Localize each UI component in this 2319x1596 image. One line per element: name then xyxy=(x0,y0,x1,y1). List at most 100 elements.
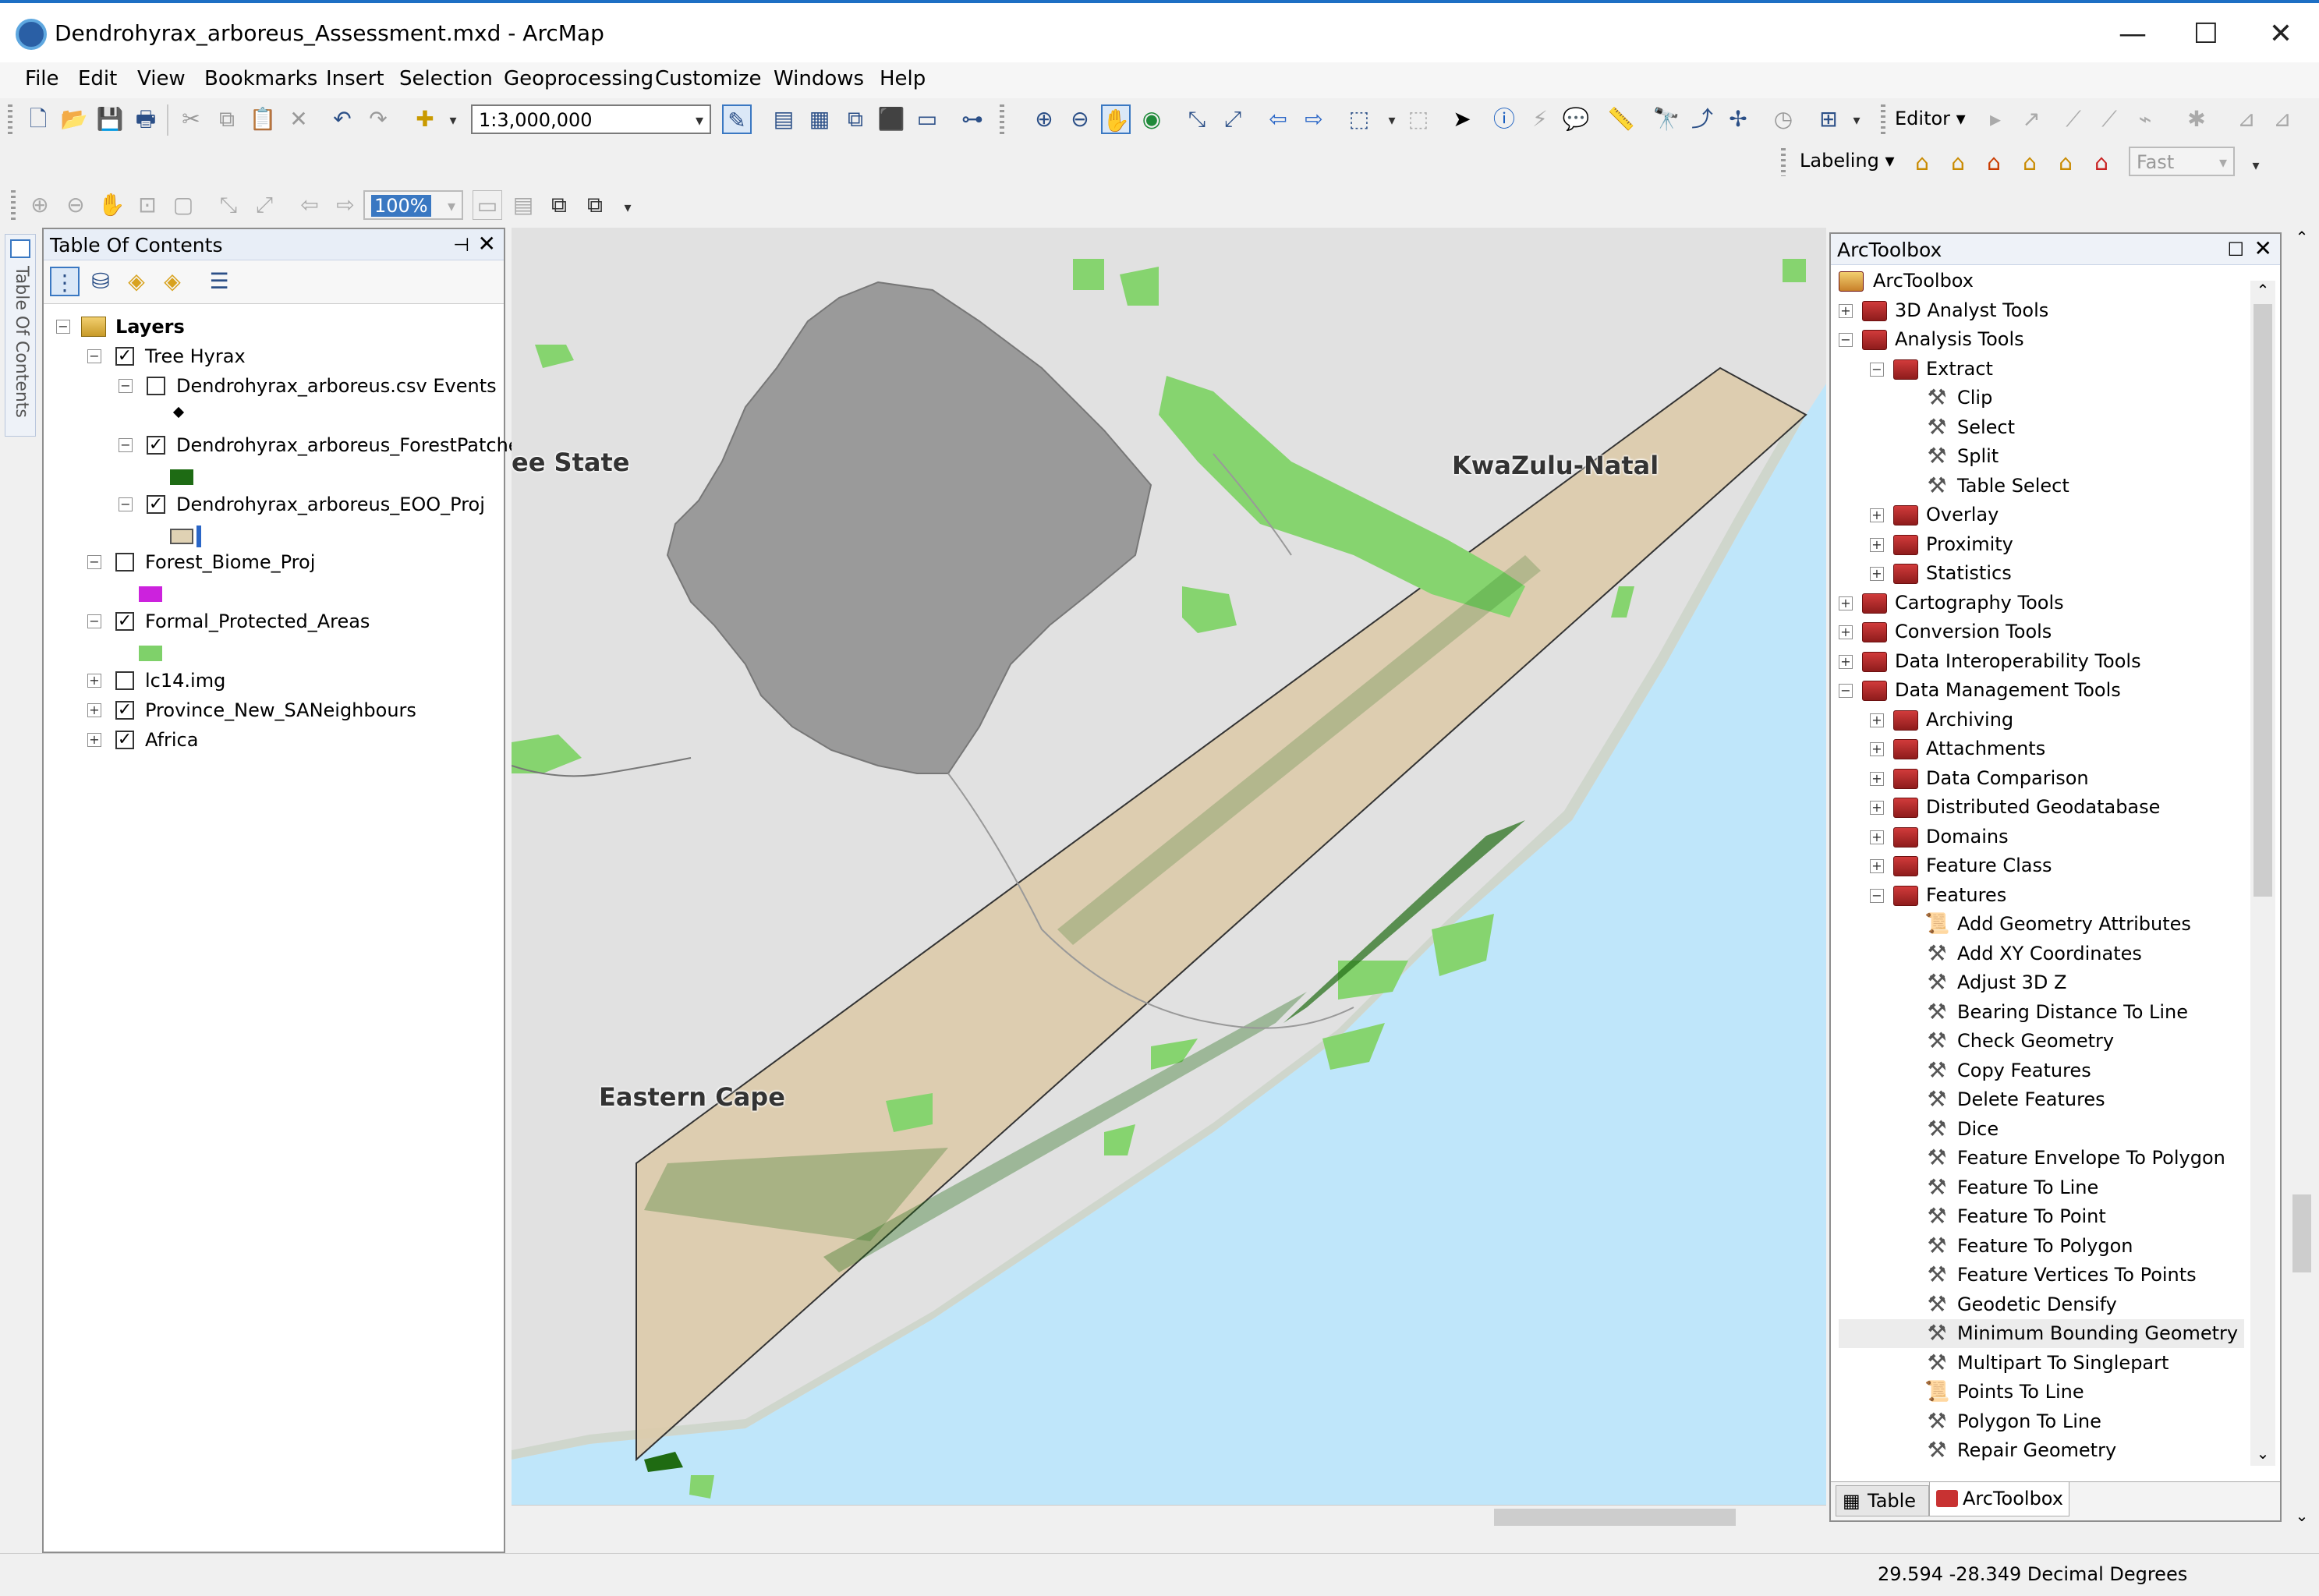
scroll-down-icon[interactable]: ⌄ xyxy=(2250,1444,2275,1466)
delete-icon[interactable]: ✕ xyxy=(284,104,313,134)
layout-back-icon[interactable]: ⇦ xyxy=(295,190,324,220)
menu-insert[interactable]: Insert xyxy=(326,67,384,90)
toolbox-item-attachments[interactable]: + Attachments xyxy=(1839,734,2244,763)
clear-selection-icon[interactable]: ⬚ xyxy=(1404,104,1433,134)
collapse-icon[interactable]: − xyxy=(87,349,101,363)
layout-pan-icon[interactable]: ✋ xyxy=(97,190,126,220)
print-icon[interactable]: 🖶 xyxy=(131,104,161,134)
pause-labeling-icon[interactable]: ⌂ xyxy=(2051,148,2080,178)
toolbox-item-repair-geometry[interactable]: ⚒ Repair Geometry xyxy=(1839,1436,2244,1465)
expand-icon[interactable]: + xyxy=(1870,742,1884,756)
toolbox-item-copy-features[interactable]: ⚒ Copy Features xyxy=(1839,1056,2244,1085)
trace-icon[interactable]: ⌁ xyxy=(2130,104,2160,134)
toolbox-item-clip[interactable]: ⚒ Clip xyxy=(1839,384,2244,412)
change-layout-icon[interactable]: ⧉ xyxy=(544,190,574,220)
layer-visibility-checkbox[interactable]: ✓ xyxy=(147,495,165,514)
view-unplaced-labels-icon[interactable]: ⌂ xyxy=(2087,148,2116,178)
collapse-icon[interactable]: − xyxy=(119,438,133,452)
back-extent-icon[interactable]: ⇦ xyxy=(1263,104,1293,134)
scroll-down-icon[interactable]: ⌄ xyxy=(2289,1506,2314,1528)
expand-icon[interactable]: + xyxy=(87,703,101,717)
layout-zoom-in-icon[interactable]: ⊕ xyxy=(25,190,55,220)
scroll-up-icon[interactable]: ⌃ xyxy=(2250,281,2275,303)
scrollbar-thumb[interactable] xyxy=(2292,1194,2311,1272)
expand-icon[interactable]: + xyxy=(87,733,101,747)
layer-visibility-checkbox[interactable]: ✓ xyxy=(115,612,134,631)
new-document-icon[interactable]: 🗋 xyxy=(23,104,53,134)
go-to-xy-icon[interactable]: ✢ xyxy=(1723,104,1753,134)
toolbox-item-domains[interactable]: + Domains xyxy=(1839,823,2244,851)
layout-zoom-combobox[interactable]: 100% ▾ xyxy=(363,190,463,220)
layer-visibility-checkbox[interactable] xyxy=(147,377,165,395)
toolbox-item-conversion-tools[interactable]: + Conversion Tools xyxy=(1839,618,2244,646)
collapse-icon[interactable]: − xyxy=(1839,333,1853,347)
toolbox-item-analysis-tools[interactable]: − Analysis Tools xyxy=(1839,325,2244,354)
copy-icon[interactable]: ⧉ xyxy=(212,104,242,134)
list-by-visibility-icon[interactable]: ◈ xyxy=(122,267,151,296)
undo-icon[interactable]: ↶ xyxy=(327,104,357,134)
collapse-icon[interactable]: − xyxy=(87,614,101,628)
toolbox-item-table-select[interactable]: ⚒ Table Select xyxy=(1839,472,2244,501)
menu-file[interactable]: File xyxy=(25,67,59,90)
open-folder-icon[interactable]: 📂 xyxy=(59,104,89,134)
list-by-source-icon[interactable]: ⛁ xyxy=(86,267,115,296)
toolbox-item-proximity[interactable]: + Proximity xyxy=(1839,530,2244,559)
layer-visibility-checkbox[interactable]: ✓ xyxy=(115,347,134,366)
expand-icon[interactable]: + xyxy=(1870,567,1884,581)
measure-icon[interactable]: 📏 xyxy=(1606,104,1636,134)
expand-icon[interactable]: + xyxy=(1839,654,1853,669)
fixed-zoom-in-layout-icon[interactable]: ⤡ xyxy=(214,190,243,220)
chevron-down-icon[interactable]: ▾ xyxy=(438,106,468,136)
expand-icon[interactable]: + xyxy=(1870,830,1884,844)
expand-icon[interactable]: + xyxy=(1870,771,1884,786)
lock-labels-icon[interactable]: ⌂ xyxy=(2015,148,2045,178)
menu-windows[interactable]: Windows xyxy=(774,67,864,90)
toolbox-item-minimum-bounding-geometry[interactable]: ⚒ Minimum Bounding Geometry xyxy=(1839,1319,2244,1348)
zoom-100-icon[interactable]: ▢ xyxy=(168,190,198,220)
scroll-up-icon[interactable]: ⌃ xyxy=(2289,228,2314,249)
chevron-down-icon[interactable]: ▾ xyxy=(1377,106,1407,136)
menu-customize[interactable]: Customize xyxy=(655,67,761,90)
expand-icon[interactable]: + xyxy=(1870,801,1884,815)
editor-dropdown[interactable]: Editor ▾ xyxy=(1895,108,1966,129)
toolbox-item-select[interactable]: ⚒ Select xyxy=(1839,413,2244,442)
toolbox-item-feature-to-polygon[interactable]: ⚒ Feature To Polygon xyxy=(1839,1232,2244,1261)
tab-arctoolbox[interactable]: ArcToolbox xyxy=(1929,1482,2069,1516)
time-slider-icon[interactable]: ◷ xyxy=(1768,104,1798,134)
toc-options-icon[interactable]: ☰ xyxy=(204,267,234,296)
close-panel-icon[interactable]: ✕ xyxy=(2254,235,2272,261)
toolbox-item-polygon-to-line[interactable]: ⚒ Polygon To Line xyxy=(1839,1407,2244,1436)
expand-icon[interactable]: + xyxy=(1870,508,1884,522)
toolbox-item-data-management-tools[interactable]: − Data Management Tools xyxy=(1839,676,2244,705)
hyperlink-icon[interactable]: ⚡ xyxy=(1525,104,1555,134)
focus-data-frame-icon[interactable]: ▤ xyxy=(508,190,538,220)
data-driven-pages-icon[interactable]: ⧉ xyxy=(580,190,610,220)
collapse-icon[interactable]: − xyxy=(87,555,101,569)
close-window-button[interactable]: ✕ xyxy=(2246,14,2316,55)
forward-extent-icon[interactable]: ⇨ xyxy=(1299,104,1329,134)
full-extent-globe-icon[interactable]: ◉ xyxy=(1137,104,1167,134)
label-manager-icon[interactable]: ⌂ xyxy=(1907,148,1937,178)
toolbar-grip[interactable] xyxy=(11,190,16,220)
menu-geoprocessing[interactable]: Geoprocessing xyxy=(504,67,653,90)
chevron-down-icon[interactable]: ▾ xyxy=(1842,106,1871,136)
collapse-icon[interactable]: − xyxy=(1870,888,1884,903)
menu-help[interactable]: Help xyxy=(880,67,926,90)
toolbox-item-feature-class[interactable]: + Feature Class xyxy=(1839,851,2244,880)
select-features-icon[interactable]: ⬚ xyxy=(1344,104,1374,134)
toolbar-grip[interactable] xyxy=(1000,104,1004,134)
toolbox-item-points-to-line[interactable]: 📜 Points To Line xyxy=(1839,1378,2244,1407)
toolbar-grip[interactable] xyxy=(1781,148,1786,176)
layer-visibility-checkbox[interactable]: ✓ xyxy=(115,701,134,720)
toolbar-grip[interactable] xyxy=(1881,104,1885,134)
collapse-icon[interactable]: − xyxy=(119,379,133,393)
toolbox-item-archiving[interactable]: + Archiving xyxy=(1839,706,2244,734)
toolbox-item-feature-to-line[interactable]: ⚒ Feature To Line xyxy=(1839,1173,2244,1202)
toolbox-item-bearing-distance-to-line[interactable]: ⚒ Bearing Distance To Line xyxy=(1839,998,2244,1027)
html-popup-icon[interactable]: 💬 xyxy=(1561,104,1591,134)
toggle-draft-mode-icon[interactable]: ▭ xyxy=(473,190,502,220)
map-view[interactable]: ee State KwaZulu-Natal Eastern Cape xyxy=(512,228,1826,1528)
expand-icon[interactable]: + xyxy=(1870,859,1884,873)
fixed-zoom-in-icon[interactable]: ⤡ xyxy=(1182,104,1212,134)
menu-selection[interactable]: Selection xyxy=(399,67,493,90)
